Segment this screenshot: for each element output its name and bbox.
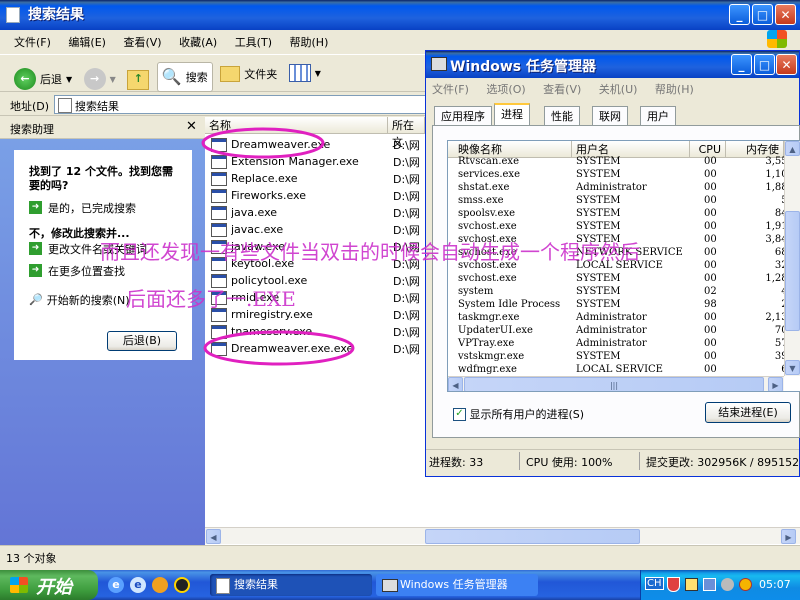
taskbar-item-task-manager[interactable]: Windows 任务管理器 xyxy=(376,574,538,596)
taskbar: 开始 e e 搜索结果 Windows 任务管理器 CH 05:07 xyxy=(0,570,800,600)
windows-logo-icon xyxy=(10,577,28,593)
qq-penguin-icon[interactable] xyxy=(174,577,190,593)
tray-icon-5[interactable] xyxy=(739,578,752,591)
desktop-icon[interactable]: e xyxy=(130,577,146,593)
system-tray: CH 05:07 xyxy=(640,570,800,600)
task-taskmgr-label: Windows 任务管理器 xyxy=(400,578,508,591)
language-indicator[interactable]: CH xyxy=(645,577,664,590)
clock[interactable]: 05:07 xyxy=(759,578,791,591)
media-icon[interactable] xyxy=(152,577,168,593)
ie-icon[interactable]: e xyxy=(108,577,124,593)
network-icon[interactable] xyxy=(703,578,716,591)
tray-icon-2[interactable] xyxy=(685,578,698,591)
tray-icon-4[interactable] xyxy=(721,578,734,591)
annotation-line-2: 后面还多了一.EXE xyxy=(126,287,296,311)
start-button[interactable]: 开始 xyxy=(0,570,98,600)
taskbar-item-search-results[interactable]: 搜索结果 xyxy=(210,574,372,596)
quick-launch: e e xyxy=(108,575,204,595)
start-label: 开始 xyxy=(36,577,72,598)
antivirus-shield-icon[interactable] xyxy=(667,577,680,592)
annotation-line-1: 而且还发现一有些文件当双击的时候会自动生成一个程序然后 xyxy=(100,240,640,264)
annotation-circles xyxy=(201,127,355,366)
highlight-ellipse-dreamweaver-exe-exe xyxy=(203,330,355,366)
task-monitor-icon xyxy=(382,579,398,592)
task-explorer-icon xyxy=(216,578,230,594)
highlight-ellipse-dreamweaver xyxy=(201,127,325,159)
task-search-label: 搜索结果 xyxy=(234,578,278,591)
